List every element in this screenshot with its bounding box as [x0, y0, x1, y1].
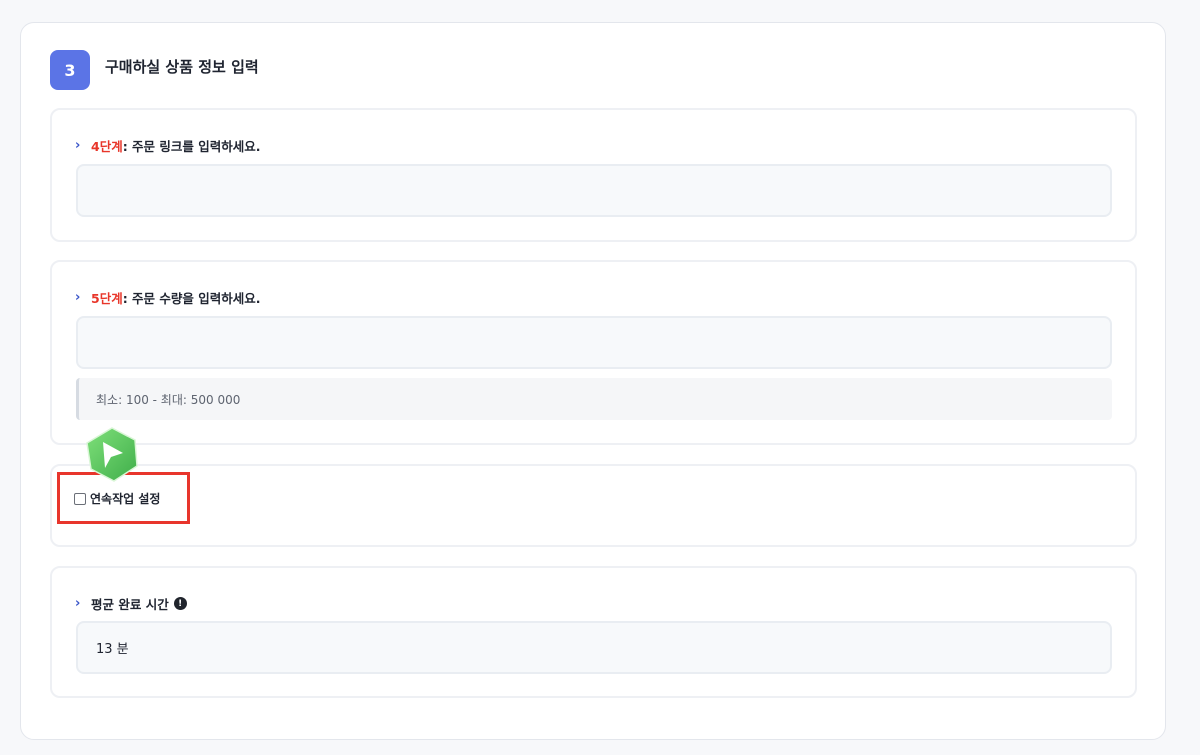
chevron-right-icon: › [75, 138, 81, 153]
quantity-field-label: › 5단계 : 주문 수량을 입력하세요. [75, 288, 261, 307]
continuous-work-checkbox[interactable] [74, 492, 86, 505]
link-field-group: › 4단계 : 주문 링크를 입력하세요. [50, 108, 1137, 242]
order-quantity-input[interactable] [76, 316, 1112, 369]
step-number-badge: 3 [50, 50, 90, 90]
quantity-step-label: 5단계 [91, 291, 123, 306]
quantity-label-text: : 주문 수량을 입력하세요. [122, 291, 261, 306]
average-time-label: › 평균 완료 시간 ! [75, 594, 187, 613]
link-field-label: › 4단계 : 주문 링크를 입력하세요. [75, 136, 261, 155]
section-title: 구매하실 상품 정보 입력 [105, 58, 259, 76]
info-icon[interactable]: ! [173, 597, 187, 610]
average-time-value: 13 분 [76, 621, 1112, 674]
order-form-card: 3 구매하실 상품 정보 입력 › 4단계 : 주문 링크를 입력하세요. › … [20, 22, 1166, 740]
chevron-right-icon: › [75, 290, 81, 305]
continuous-work-option[interactable]: 연속작업 설정 [74, 490, 160, 507]
play-cursor-icon [86, 427, 138, 482]
link-step-label: 4단계 [91, 139, 123, 154]
link-label-text: : 주문 링크를 입력하세요. [122, 139, 261, 154]
quantity-range-hint: 최소: 100 - 최대: 500 000 [76, 378, 1112, 420]
average-time-label-text: 평균 완료 시간 [91, 597, 169, 612]
average-time-group: › 평균 완료 시간 ! 13 분 [50, 566, 1137, 698]
quantity-field-group: › 5단계 : 주문 수량을 입력하세요. 최소: 100 - 최대: 500 … [50, 260, 1137, 445]
continuous-work-group [50, 464, 1137, 547]
chevron-right-icon: › [75, 596, 81, 611]
order-link-input[interactable] [76, 164, 1112, 217]
continuous-work-label[interactable]: 연속작업 설정 [90, 490, 160, 507]
